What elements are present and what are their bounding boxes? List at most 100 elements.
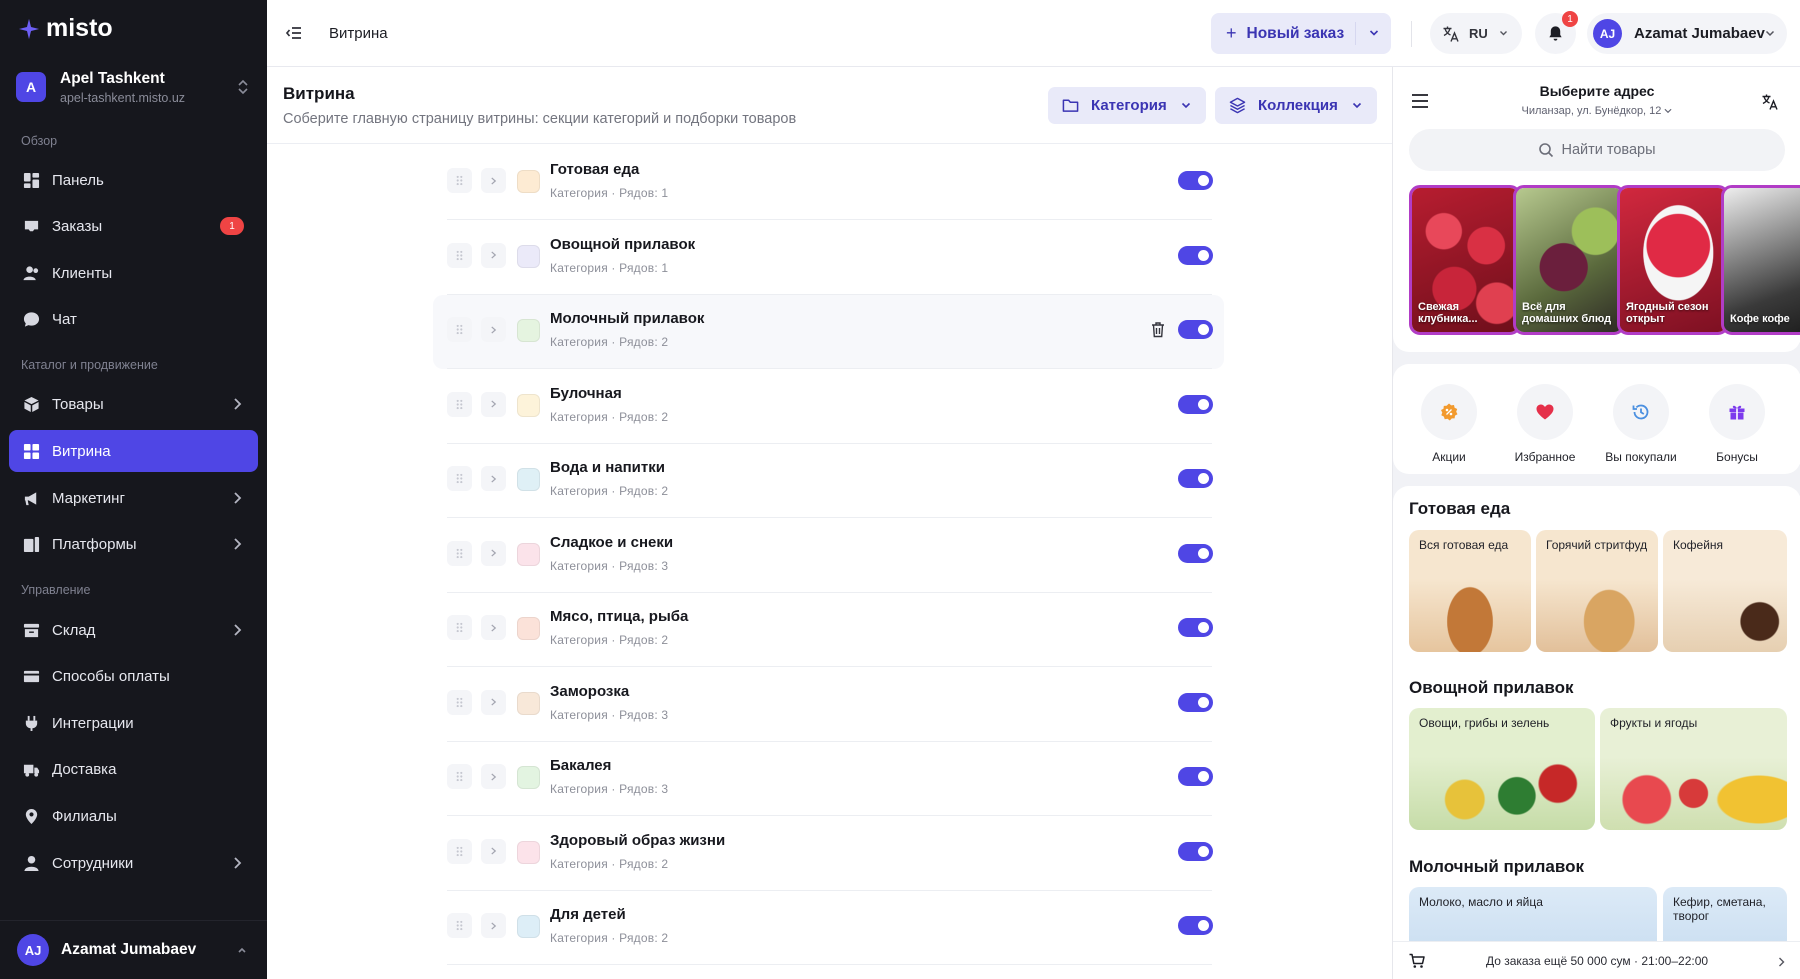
section-visibility-toggle[interactable] xyxy=(1178,469,1213,488)
section-row[interactable]: Вода и напитки Категория · Рядов: 2 xyxy=(433,444,1224,518)
expand-chevron-icon[interactable] xyxy=(481,615,506,640)
sidebar-item-branches[interactable]: Филиалы xyxy=(9,795,258,837)
dashboard-icon xyxy=(22,171,40,189)
drag-handle-icon[interactable] xyxy=(447,242,472,268)
chevron-right-icon xyxy=(1779,957,1785,967)
sidebar-user-menu[interactable]: AJ Azamat Jumabaev xyxy=(0,920,267,979)
drag-handle-icon[interactable] xyxy=(447,764,472,789)
sidebar-item-integrations[interactable]: Интеграции xyxy=(9,702,258,744)
drag-handle-icon[interactable] xyxy=(447,540,472,566)
section-visibility-toggle[interactable] xyxy=(1178,245,1213,265)
expand-chevron-icon[interactable] xyxy=(481,466,506,491)
category-tile[interactable]: Фрукты и ягоды xyxy=(1600,708,1787,830)
section-visibility-toggle[interactable] xyxy=(1178,394,1213,414)
org-switcher[interactable]: A Apel Tashkent apel-tashkent.misto.uz xyxy=(16,66,252,108)
quick-action-label: Акции xyxy=(1432,450,1466,464)
expand-chevron-icon[interactable] xyxy=(481,317,506,342)
stories-row: Свежая клубника... Всё для домашних блюд… xyxy=(1409,185,1800,335)
story-card[interactable]: Ягодный сезон открыт xyxy=(1617,185,1729,335)
section-row[interactable]: Готовая еда Категория · Рядов: 1 xyxy=(433,146,1224,220)
add-category-button[interactable]: Категория xyxy=(1048,87,1206,124)
story-card[interactable]: Всё для домашних блюд xyxy=(1513,185,1625,335)
story-card[interactable]: Свежая клубника... xyxy=(1409,185,1521,335)
section-visibility-toggle[interactable] xyxy=(1178,543,1213,563)
section-row[interactable]: Мясо, птица, рыба Категория · Рядов: 2 xyxy=(433,593,1224,667)
expand-chevron-icon[interactable] xyxy=(481,391,506,417)
brand-logo[interactable]: misto xyxy=(18,14,113,43)
story-card[interactable]: Кофе кофе xyxy=(1721,185,1800,335)
category-tile[interactable]: Кофейня xyxy=(1663,530,1787,652)
sidebar-item-staff[interactable]: Сотрудники xyxy=(9,842,258,884)
section-visibility-toggle[interactable] xyxy=(1178,171,1213,190)
sidebar-item-delivery[interactable]: Доставка xyxy=(9,748,258,790)
category-tile[interactable]: Вся готовая еда xyxy=(1409,530,1531,652)
section-row[interactable]: Заморозка Категория · Рядов: 3 xyxy=(433,668,1224,742)
section-visibility-toggle[interactable] xyxy=(1178,320,1213,339)
quick-actions: Акции Избранное Вы покупали Бонусы xyxy=(1393,364,1800,474)
user-menu[interactable]: AJ Azamat Jumabaev xyxy=(1587,13,1787,54)
sidebar-item-products[interactable]: Товары xyxy=(9,383,258,425)
section-row[interactable]: Для детей Категория · Рядов: 2 xyxy=(433,891,1224,965)
language-selector[interactable]: RU xyxy=(1430,13,1522,54)
section-row[interactable]: Сладкое и снеки Категория · Рядов: 3 xyxy=(433,519,1224,593)
collapse-sidebar-icon[interactable] xyxy=(285,24,303,42)
section-row[interactable]: Здоровый образ жизни Категория · Рядов: 2 xyxy=(433,817,1224,891)
quick-action-promos[interactable]: Акции xyxy=(1401,384,1497,464)
sidebar-item-payment[interactable]: Способы оплаты xyxy=(9,655,258,697)
category-tile[interactable]: Овощи, грибы и зелень xyxy=(1409,708,1595,830)
expand-chevron-icon[interactable] xyxy=(481,168,506,193)
new-order-button[interactable]: + Новый заказ xyxy=(1211,13,1391,54)
notifications-button[interactable]: 1 xyxy=(1535,11,1578,54)
expand-chevron-icon[interactable] xyxy=(481,540,506,566)
expand-chevron-icon[interactable] xyxy=(481,242,506,268)
drag-handle-icon[interactable] xyxy=(447,615,472,640)
sidebar-item-showcase[interactable]: Витрина xyxy=(9,430,258,472)
sidebar-item-orders[interactable]: Заказы 1 xyxy=(9,205,258,247)
quick-action-bonuses[interactable]: Бонусы xyxy=(1689,384,1785,464)
expand-chevron-icon[interactable] xyxy=(481,913,506,938)
drag-handle-icon[interactable] xyxy=(447,168,472,193)
drag-handle-icon[interactable] xyxy=(447,391,472,417)
section-visibility-toggle[interactable] xyxy=(1178,841,1213,861)
address-subtitle[interactable]: Чиланзар, ул. Бунёдкор, 12 xyxy=(1393,105,1800,117)
trash-icon[interactable] xyxy=(1150,321,1166,338)
translate-icon[interactable] xyxy=(1761,93,1779,111)
sections-list: Готовая еда Категория · Рядов: 1 Овощной п… xyxy=(267,144,1392,979)
sidebar-item-marketing[interactable]: Маркетинг xyxy=(9,477,258,519)
quick-action-history[interactable]: Вы покупали xyxy=(1593,384,1689,464)
category-tile[interactable]: Горячий стритфуд xyxy=(1536,530,1658,652)
section-row[interactable]: Бакалея Категория · Рядов: 3 xyxy=(433,742,1224,816)
sidebar-item-platforms[interactable]: Платформы xyxy=(9,523,258,565)
expand-chevron-icon[interactable] xyxy=(481,764,506,789)
chat-icon xyxy=(22,310,40,328)
sidebar-item-label: Склад xyxy=(52,621,96,639)
chevron-down-icon[interactable] xyxy=(1369,29,1379,37)
section-row[interactable]: Молочный прилавок Категория · Рядов: 2 xyxy=(433,295,1224,369)
section-color-swatch xyxy=(517,915,540,938)
drag-handle-icon[interactable] xyxy=(447,913,472,938)
sidebar-item-clients[interactable]: Клиенты xyxy=(9,252,258,294)
tile-label: Овощи, грибы и зелень xyxy=(1419,716,1550,730)
section-visibility-toggle[interactable] xyxy=(1178,916,1213,935)
preview-section-title: Овощной прилавок xyxy=(1409,678,1574,697)
cart-bar[interactable]: До заказа ещё 50 000 сум · 21:00–22:00 xyxy=(1393,941,1800,979)
drag-handle-icon[interactable] xyxy=(447,466,472,491)
expand-chevron-icon[interactable] xyxy=(481,689,506,715)
add-collection-button[interactable]: Коллекция xyxy=(1215,87,1377,124)
quick-action-favorites[interactable]: Избранное xyxy=(1497,384,1593,464)
product-search-input[interactable]: Найти товары xyxy=(1409,129,1785,171)
sidebar-item-dashboard[interactable]: Панель xyxy=(9,159,258,201)
story-caption: Ягодный сезон открыт xyxy=(1626,300,1709,326)
expand-chevron-icon[interactable] xyxy=(481,838,506,864)
section-visibility-toggle[interactable] xyxy=(1178,692,1213,712)
address-title[interactable]: Выберите адрес xyxy=(1393,83,1800,99)
section-row[interactable]: Овощной прилавок Категория · Рядов: 1 xyxy=(433,221,1224,295)
section-row[interactable]: Булочная Категория · Рядов: 2 xyxy=(433,370,1224,444)
section-visibility-toggle[interactable] xyxy=(1178,618,1213,637)
drag-handle-icon[interactable] xyxy=(447,689,472,715)
sidebar-item-chat[interactable]: Чат xyxy=(9,298,258,340)
section-visibility-toggle[interactable] xyxy=(1178,767,1213,786)
drag-handle-icon[interactable] xyxy=(447,317,472,342)
drag-handle-icon[interactable] xyxy=(447,838,472,864)
sidebar-item-warehouse[interactable]: Склад xyxy=(9,609,258,651)
